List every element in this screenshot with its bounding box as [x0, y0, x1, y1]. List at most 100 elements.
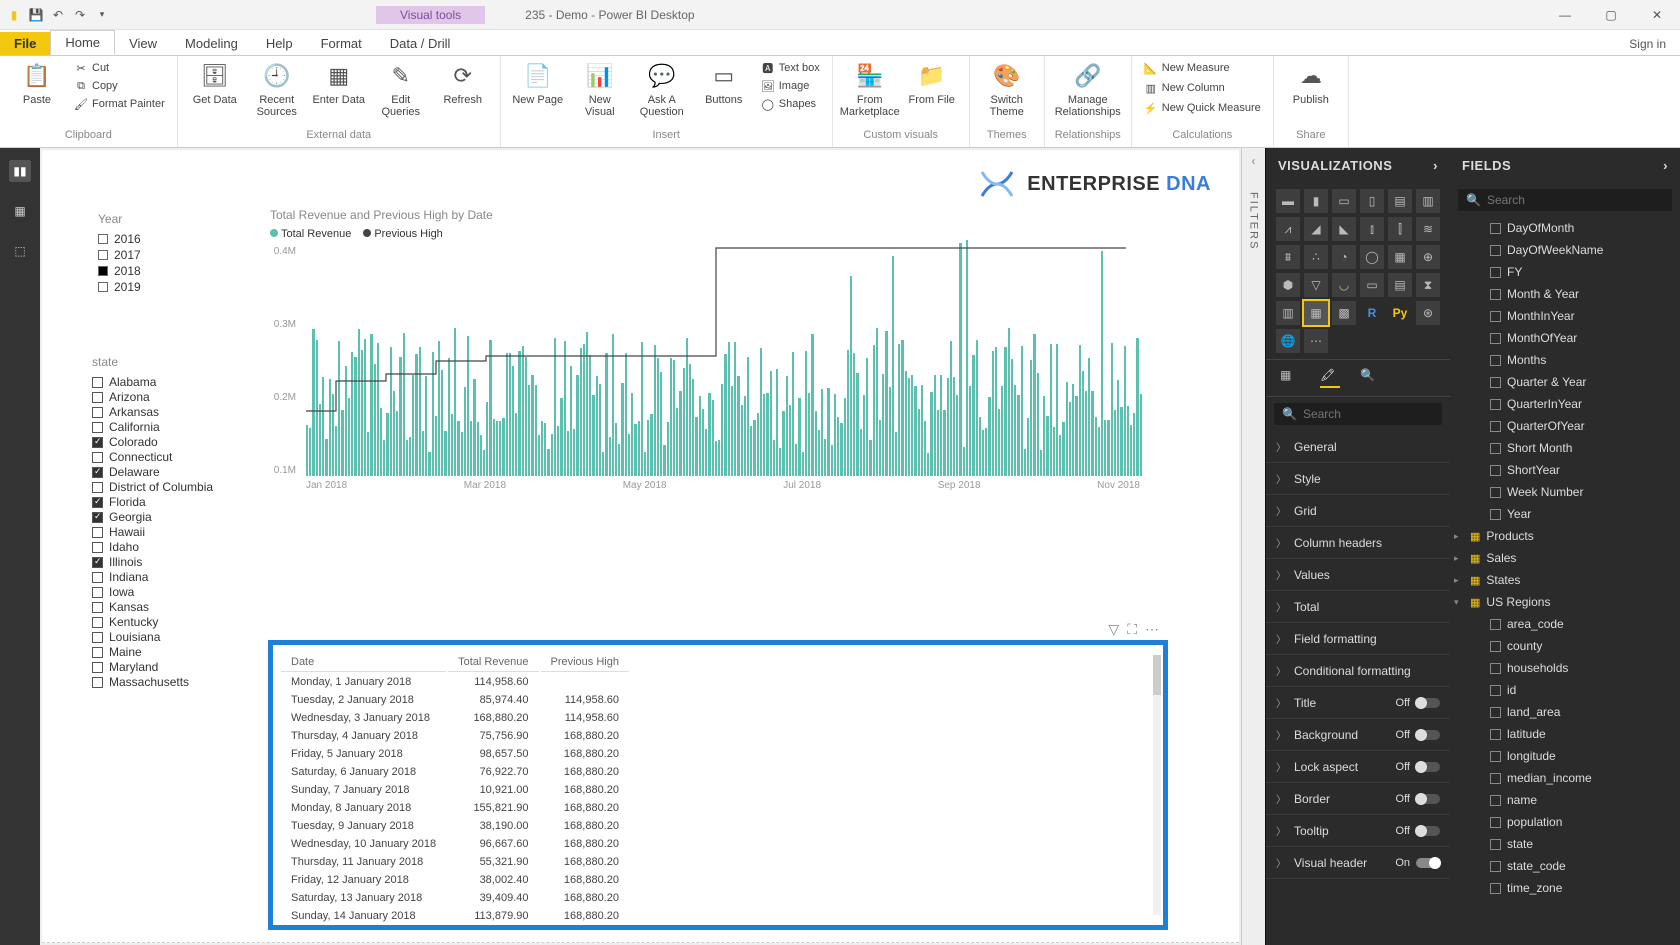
year-option[interactable]: 2016: [98, 232, 141, 246]
focus-mode-icon[interactable]: ⛶: [1127, 621, 1137, 638]
new-measure-button[interactable]: 📐New Measure: [1142, 60, 1263, 76]
format-section[interactable]: 〉General: [1266, 431, 1450, 463]
field-checkbox[interactable]: [1490, 861, 1501, 872]
report-view-icon[interactable]: ▮▮: [9, 160, 31, 182]
field-table[interactable]: ▸▦Products: [1450, 525, 1680, 547]
expand-chevron-icon[interactable]: ›: [1433, 158, 1438, 173]
filters-tab[interactable]: FILTERS: [1246, 174, 1262, 268]
state-option[interactable]: Colorado: [92, 435, 252, 449]
multi-card-icon[interactable]: ▤: [1388, 273, 1412, 297]
field-item[interactable]: DayOfMonth: [1450, 217, 1680, 239]
table-row[interactable]: Wednesday, 3 January 2018168,880.20114,9…: [281, 710, 629, 726]
checkbox-icon[interactable]: [92, 527, 103, 538]
expand-fields-chevron-icon[interactable]: ›: [1663, 158, 1668, 173]
table-row[interactable]: Tuesday, 9 January 201838,190.00168,880.…: [281, 818, 629, 834]
revenue-chart[interactable]: Total Revenue and Previous High by Date …: [270, 208, 1140, 578]
new-column-button[interactable]: ▥New Column: [1142, 80, 1263, 96]
year-option[interactable]: 2019: [98, 280, 141, 294]
field-table[interactable]: ▾▦US Regions: [1450, 591, 1680, 613]
field-checkbox[interactable]: [1490, 223, 1501, 234]
tab-view[interactable]: View: [115, 32, 171, 55]
format-section[interactable]: 〉Grid: [1266, 495, 1450, 527]
field-item[interactable]: median_income: [1450, 767, 1680, 789]
field-item[interactable]: state: [1450, 833, 1680, 855]
undo-icon[interactable]: ↶: [50, 7, 66, 23]
area-chart-icon[interactable]: ◢: [1304, 217, 1328, 241]
tab-format[interactable]: Format: [307, 32, 376, 55]
toggle-switch[interactable]: Off: [1396, 761, 1440, 773]
field-item[interactable]: state_code: [1450, 855, 1680, 877]
table-row[interactable]: Thursday, 11 January 201855,321.90168,88…: [281, 854, 629, 870]
state-option[interactable]: District of Columbia: [92, 480, 252, 494]
fields-search[interactable]: 🔍: [1458, 189, 1672, 211]
field-checkbox[interactable]: [1490, 377, 1501, 388]
field-table[interactable]: ▸▦Sales: [1450, 547, 1680, 569]
add-custom-icon[interactable]: ⋯: [1304, 329, 1328, 353]
quick-measure-button[interactable]: ⚡New Quick Measure: [1142, 100, 1263, 116]
card-icon[interactable]: ▭: [1360, 273, 1384, 297]
ask-question-button[interactable]: 💬Ask A Question: [635, 60, 689, 118]
clustered-column-icon[interactable]: ▯: [1360, 189, 1384, 213]
fields-search-input[interactable]: [1487, 193, 1664, 207]
checkbox-icon[interactable]: [92, 497, 103, 508]
tab-data-drill[interactable]: Data / Drill: [376, 32, 465, 55]
field-checkbox[interactable]: [1490, 487, 1501, 498]
model-view-icon[interactable]: ⬚: [9, 240, 31, 262]
100-stacked-bar-icon[interactable]: ▤: [1388, 189, 1412, 213]
arcgis-icon[interactable]: ⊛: [1416, 301, 1440, 325]
checkbox-icon[interactable]: [92, 407, 103, 418]
year-option[interactable]: 2018: [98, 264, 141, 278]
field-checkbox[interactable]: [1490, 817, 1501, 828]
state-option[interactable]: Alabama: [92, 375, 252, 389]
format-section[interactable]: 〉Style: [1266, 463, 1450, 495]
edit-queries-button[interactable]: ✎Edit Queries: [374, 60, 428, 118]
ribbon-chart-icon[interactable]: ≋: [1416, 217, 1440, 241]
waterfall-icon[interactable]: ⩩: [1276, 245, 1300, 269]
field-checkbox[interactable]: [1490, 399, 1501, 410]
textbox-button[interactable]: 🅰Text box: [759, 60, 822, 76]
table-row[interactable]: Monday, 1 January 2018114,958.60: [281, 674, 629, 690]
state-option[interactable]: Kansas: [92, 600, 252, 614]
tab-modeling[interactable]: Modeling: [171, 32, 252, 55]
more-options-icon[interactable]: ⋯: [1145, 621, 1159, 638]
buttons-button[interactable]: ▭Buttons: [697, 60, 751, 106]
donut-icon[interactable]: ◯: [1360, 245, 1384, 269]
format-section[interactable]: 〉Field formatting: [1266, 623, 1450, 655]
state-option[interactable]: Illinois: [92, 555, 252, 569]
toggle-switch[interactable]: On: [1395, 857, 1440, 869]
field-checkbox[interactable]: [1490, 355, 1501, 366]
toggle-switch[interactable]: Off: [1396, 793, 1440, 805]
toggle-switch[interactable]: Off: [1396, 729, 1440, 741]
r-visual-icon[interactable]: R: [1360, 301, 1384, 325]
field-item[interactable]: FY: [1450, 261, 1680, 283]
checkbox-icon[interactable]: [98, 250, 108, 260]
scatter-icon[interactable]: ∴: [1304, 245, 1328, 269]
field-item[interactable]: Month & Year: [1450, 283, 1680, 305]
checkbox-icon[interactable]: [92, 377, 103, 388]
checkbox-icon[interactable]: [92, 632, 103, 643]
format-section[interactable]: 〉Visual headerOn: [1266, 847, 1450, 879]
field-checkbox[interactable]: [1490, 509, 1501, 520]
format-section[interactable]: 〉Conditional formatting: [1266, 655, 1450, 687]
filter-icon[interactable]: ▽: [1108, 621, 1119, 638]
field-checkbox[interactable]: [1490, 707, 1501, 718]
field-item[interactable]: area_code: [1450, 613, 1680, 635]
checkbox-icon[interactable]: [92, 467, 103, 478]
maximize-button[interactable]: ▢: [1588, 0, 1634, 30]
field-checkbox[interactable]: [1490, 795, 1501, 806]
field-checkbox[interactable]: [1490, 641, 1501, 652]
field-checkbox[interactable]: [1490, 311, 1501, 322]
field-item[interactable]: Week Number: [1450, 481, 1680, 503]
table-row[interactable]: Wednesday, 10 January 201896,667.60168,8…: [281, 836, 629, 852]
map-icon[interactable]: ⊕: [1416, 245, 1440, 269]
checkbox-icon[interactable]: [92, 662, 103, 673]
field-checkbox[interactable]: [1490, 729, 1501, 740]
checkbox-icon[interactable]: [92, 542, 103, 553]
tab-help[interactable]: Help: [252, 32, 307, 55]
field-item[interactable]: time_zone: [1450, 877, 1680, 899]
field-checkbox[interactable]: [1490, 839, 1501, 850]
state-option[interactable]: Idaho: [92, 540, 252, 554]
minimize-button[interactable]: —: [1542, 0, 1588, 30]
field-item[interactable]: name: [1450, 789, 1680, 811]
checkbox-icon[interactable]: [92, 422, 103, 433]
